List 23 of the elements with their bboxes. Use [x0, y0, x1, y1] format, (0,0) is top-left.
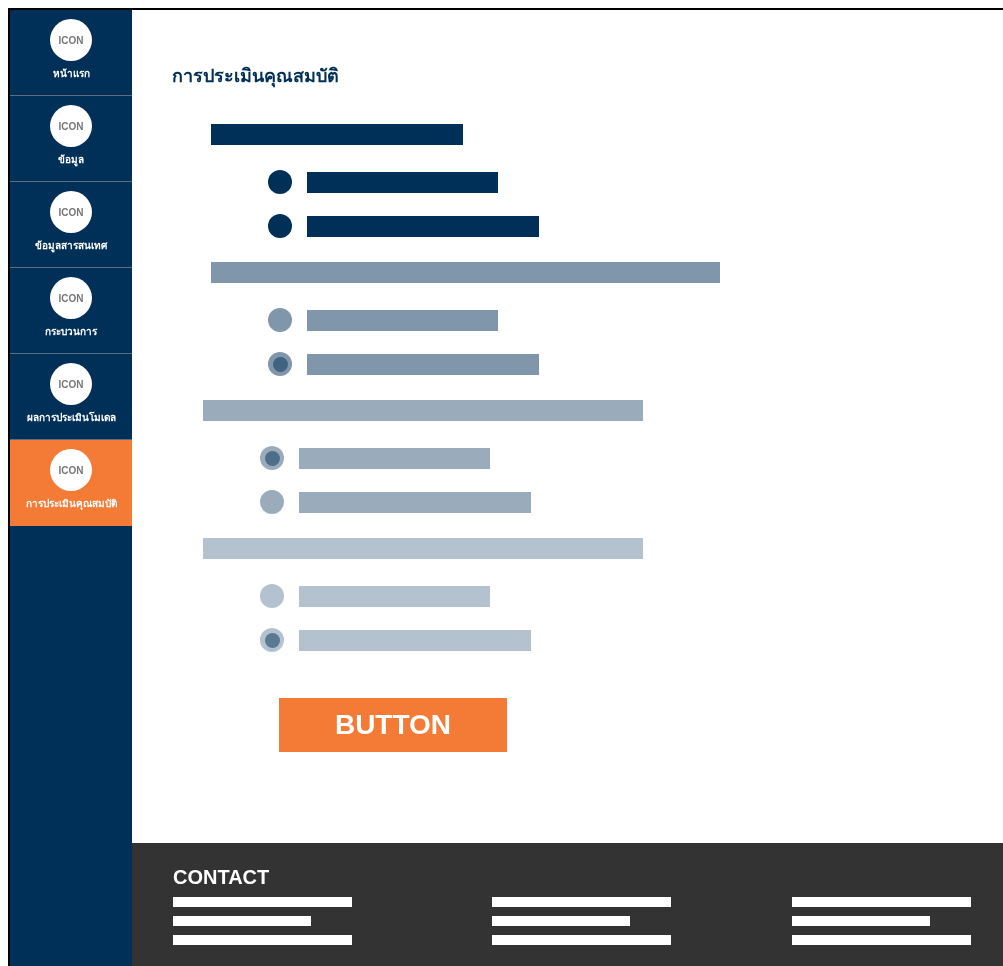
- sidebar-item[interactable]: ICON การประเมินคุณสมบัติ: [10, 440, 132, 526]
- radio-button[interactable]: [260, 490, 284, 514]
- sidebar-label: หน้าแรก: [52, 67, 90, 81]
- radio-button[interactable]: [268, 308, 292, 332]
- footer-title: CONTACT: [173, 865, 271, 889]
- radio-button[interactable]: [260, 628, 284, 652]
- radio-button[interactable]: [268, 352, 292, 376]
- radio-button[interactable]: [260, 584, 284, 608]
- sidebar-label: ข้อมูล: [58, 153, 84, 167]
- sidebar-label: การประเมินคุณสมบัติ: [25, 497, 117, 511]
- page-title: การประเมินคุณสมบัติ: [172, 65, 340, 88]
- icon-placeholder: ICON: [50, 277, 92, 319]
- radio-button[interactable]: [268, 214, 292, 238]
- radio-button[interactable]: [268, 170, 292, 194]
- icon-placeholder: ICON: [50, 191, 92, 233]
- radio-button[interactable]: [260, 446, 284, 470]
- icon-placeholder: ICON: [50, 363, 92, 405]
- sidebar-label: ข้อมูลสารสนเทศ: [35, 239, 107, 253]
- sidebar-label: ผลการประเมินโมเดล: [26, 411, 116, 425]
- icon-placeholder: ICON: [50, 19, 92, 61]
- icon-placeholder: ICON: [50, 449, 92, 491]
- icon-placeholder: ICON: [50, 105, 92, 147]
- sidebar-label: กระบวนการ: [45, 325, 97, 339]
